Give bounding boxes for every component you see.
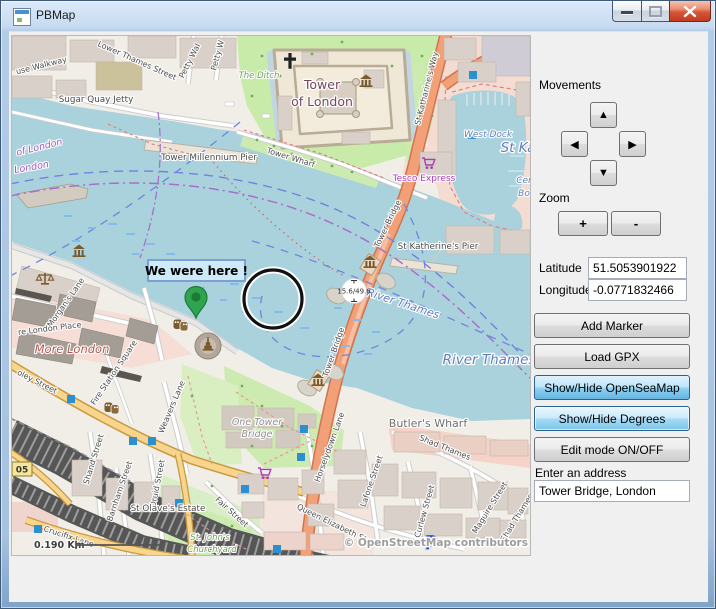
move-right-button[interactable]: ▶ <box>619 131 646 157</box>
window-title: PBMap <box>36 8 75 22</box>
toggle-openseamap-label: Show/Hide OpenSeaMap <box>544 381 679 395</box>
minimize-button[interactable] <box>612 1 641 22</box>
map-label: Tower Millennium Pier <box>160 153 257 163</box>
plus-icon: + <box>579 216 587 231</box>
latitude-input[interactable] <box>588 257 687 279</box>
app-icon <box>13 8 31 26</box>
address-label: Enter an address <box>535 466 626 480</box>
map-tooltip-text: We were here ! <box>145 264 248 278</box>
load-gpx-label: Load GPX <box>584 350 639 364</box>
map-tooltip: We were here ! <box>145 260 248 281</box>
map-label: Churchyard <box>187 545 237 555</box>
edit-mode-label: Edit mode ON/OFF <box>561 443 664 457</box>
app-window: PBMap <box>0 0 716 609</box>
map-label: The Ditch <box>239 71 280 81</box>
movements-label: Movements <box>539 78 601 92</box>
add-marker-label: Add Marker <box>581 319 643 333</box>
map-label: Tesco Express <box>392 174 456 184</box>
longitude-label: Longitude <box>539 283 592 297</box>
maximize-button[interactable] <box>641 1 669 22</box>
map-label: Tower <box>303 77 341 92</box>
seamark-icon <box>34 525 42 533</box>
minus-icon: - <box>634 216 638 231</box>
map-image: use WalkwayLower Thames StreetPetty WalP… <box>12 36 530 555</box>
map-label: West Dock <box>464 130 513 140</box>
map-label: Butler's Wharf <box>389 417 469 430</box>
toggle-openseamap-button[interactable]: Show/Hide OpenSeaMap <box>534 375 690 400</box>
edit-mode-button[interactable]: Edit mode ON/OFF <box>534 437 690 462</box>
road-ref-text: 05 <box>16 466 29 476</box>
zoom-label: Zoom <box>539 191 570 205</box>
arrow-right-icon: ▶ <box>628 138 636 151</box>
map-label: Sugar Quay Jetty <box>59 95 134 105</box>
seamark-icon <box>129 437 137 445</box>
move-left-button[interactable]: ◀ <box>561 131 588 157</box>
map-label: River Thames <box>443 352 530 368</box>
map-label: St Olave's Estate <box>131 504 206 514</box>
arrow-left-icon: ◀ <box>570 138 578 151</box>
map-label: St Katherine's Pier <box>398 242 479 252</box>
zoom-out-button[interactable]: - <box>611 211 661 236</box>
address-input[interactable] <box>534 480 690 502</box>
title-bar[interactable]: PBMap <box>1 1 715 31</box>
map-label: One Tower <box>232 417 283 428</box>
zoom-in-button[interactable]: + <box>558 211 608 236</box>
map-label: St. John's <box>190 533 230 543</box>
map-label: Bridge <box>242 429 273 440</box>
map-label: St Ka <box>501 140 530 156</box>
seamark-icon <box>67 395 75 403</box>
map-label: of London <box>291 94 353 109</box>
close-icon <box>683 6 697 18</box>
map-label: More London <box>35 342 110 356</box>
arrow-up-icon: ▲ <box>598 109 609 121</box>
bridge-clearance-text: 15.6/49.6 <box>337 288 371 296</box>
maximize-icon <box>649 6 662 17</box>
toggle-degrees-button[interactable]: Show/Hide Degrees <box>534 406 690 431</box>
move-down-button[interactable]: ▼ <box>590 160 617 186</box>
seamark-icon <box>148 437 156 445</box>
seamark-icon <box>297 453 305 461</box>
map-canvas[interactable]: use WalkwayLower Thames StreetPetty WalP… <box>11 35 531 556</box>
seamark-icon <box>273 545 281 553</box>
add-marker-button[interactable]: Add Marker <box>534 313 690 338</box>
toggle-degrees-label: Show/Hide Degrees <box>559 412 666 426</box>
client-area: use WalkwayLower Thames StreetPetty WalP… <box>9 31 708 602</box>
seamark-icon <box>469 71 477 79</box>
seamark-icon <box>300 425 308 433</box>
move-up-button[interactable]: ▲ <box>590 102 617 128</box>
road-ref-badge: 05 <box>12 462 32 476</box>
map-label: Cen <box>516 176 530 186</box>
map-attribution: © OpenStreetMap contributors <box>344 537 528 549</box>
seamark-icon <box>241 485 249 493</box>
arrow-down-icon: ▼ <box>598 167 609 179</box>
minimize-icon <box>621 11 633 14</box>
map-label: Bo <box>518 189 530 199</box>
close-button[interactable] <box>669 1 711 22</box>
longitude-input[interactable] <box>588 279 687 301</box>
latitude-label: Latitude <box>539 261 582 275</box>
load-gpx-button[interactable]: Load GPX <box>534 344 690 369</box>
